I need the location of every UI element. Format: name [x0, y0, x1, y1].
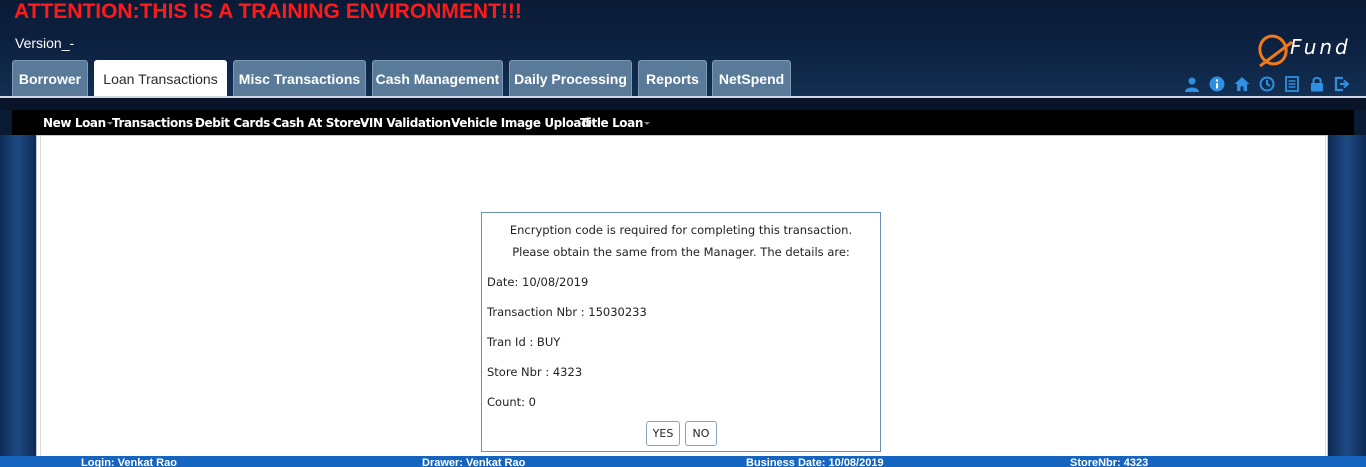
subnav-label: New Loan: [43, 116, 106, 130]
clock-icon[interactable]: [1257, 74, 1277, 94]
subnav-title-loan[interactable]: Title Loan: [580, 116, 650, 130]
tab-netspend[interactable]: NetSpend: [712, 60, 791, 97]
dialog-count: Count: 0: [487, 395, 536, 409]
subnav-label: Debit Cards: [195, 116, 270, 130]
logo-text: Fund: [1290, 35, 1351, 59]
dialog-date: Date: 10/08/2019: [487, 275, 589, 289]
tab-daily-processing[interactable]: Daily Processing: [509, 60, 632, 97]
document-icon[interactable]: [1282, 74, 1302, 94]
subnav-debit-cards[interactable]: Debit Cards: [195, 116, 277, 130]
dialog-message-line1: Encryption code is required for completi…: [509, 223, 853, 237]
qfund-logo: Fund: [1256, 28, 1361, 72]
tab-misc-transactions[interactable]: Misc Transactions: [233, 60, 366, 97]
info-icon[interactable]: [1207, 74, 1227, 94]
subnav-label: Title Loan: [580, 116, 643, 130]
subnav-vin-validation[interactable]: VIN Validation: [360, 116, 458, 130]
dialog-store-nbr: Store Nbr : 4323: [487, 365, 583, 379]
subnav-vehicle-image-upload[interactable]: Vehicle Image Upload: [451, 116, 597, 130]
header-bar: ATTENTION:THIS IS A TRAINING ENVIRONMENT…: [0, 0, 1366, 98]
subnav-spacer: [0, 98, 1366, 110]
yes-button[interactable]: YES: [646, 421, 680, 446]
tab-reports[interactable]: Reports: [638, 60, 707, 97]
subnav-label: Transactions: [112, 116, 193, 130]
subnav-label: VIN Validation: [360, 116, 451, 130]
status-footer: Login: Venkat Rao Drawer: Venkat Rao Bus…: [0, 456, 1366, 467]
toolbar-icons: [1182, 74, 1352, 94]
subnav-label: Cash At Store: [273, 116, 361, 130]
dialog-transaction-nbr: Transaction Nbr : 15030233: [487, 305, 647, 319]
footer-business-date: Business Date: 10/08/2019: [746, 457, 884, 467]
subnav-new-loan[interactable]: New Loan: [43, 116, 113, 130]
version-label: Version_-: [15, 35, 75, 51]
subnav-transactions[interactable]: Transactions: [112, 116, 200, 130]
dialog-tran-id: Tran Id : BUY: [487, 335, 561, 349]
tab-borrower[interactable]: Borrower: [12, 60, 88, 97]
dialog-message-line2: Please obtain the same from the Manager.…: [512, 245, 850, 259]
tab-loan-transactions[interactable]: Loan Transactions: [94, 60, 227, 98]
encryption-code-dialog: Encryption code is required for completi…: [481, 212, 881, 452]
background-panel-right: [1328, 135, 1366, 457]
user-icon[interactable]: [1182, 74, 1202, 94]
logout-icon[interactable]: [1332, 74, 1352, 94]
footer-store-nbr: StoreNbr: 4323: [1070, 457, 1149, 467]
subnav-cash-at-store[interactable]: Cash At Store: [273, 116, 368, 130]
tab-cash-management[interactable]: Cash Management: [372, 60, 503, 97]
footer-login: Login: Venkat Rao: [81, 457, 177, 467]
subnav-label: Vehicle Image Upload: [451, 116, 590, 130]
background-panel-left: [0, 135, 36, 457]
lock-icon[interactable]: [1307, 74, 1327, 94]
no-button[interactable]: NO: [685, 421, 717, 446]
home-icon[interactable]: [1232, 74, 1252, 94]
sub-navigation-bar: New Loan Transactions Debit Cards Cash A…: [12, 110, 1354, 135]
footer-drawer: Drawer: Venkat Rao: [422, 457, 526, 467]
caret-down-icon: [644, 122, 650, 125]
training-environment-banner: ATTENTION:THIS IS A TRAINING ENVIRONMENT…: [14, 0, 522, 23]
